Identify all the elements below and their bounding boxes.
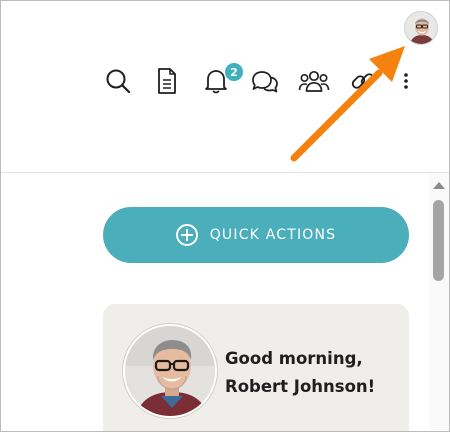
scrollbar-thumb[interactable] (433, 200, 444, 281)
header-divider (2, 172, 449, 173)
app-window: 2 QUICK ACTIONS Good morning, Robert Joh… (0, 0, 450, 432)
search-icon (106, 69, 131, 94)
kebab-menu-icon (404, 73, 408, 89)
more-options-button[interactable] (396, 65, 416, 97)
user-avatar-photo-icon (405, 12, 437, 44)
quick-actions-button[interactable]: QUICK ACTIONS (103, 207, 409, 263)
quick-actions-label: QUICK ACTIONS (209, 227, 337, 243)
search-button[interactable] (102, 65, 134, 97)
greeting-line-1: Good morning, (225, 349, 363, 368)
greeting-message: Good morning, Robert Johnson! (225, 345, 405, 401)
scroll-up-arrow-icon[interactable] (433, 182, 445, 189)
links-button[interactable] (347, 65, 379, 97)
people-button[interactable] (298, 65, 330, 97)
chat-bubbles-icon (252, 71, 278, 93)
profile-avatar-button[interactable] (404, 11, 438, 45)
plus-circle-icon (175, 224, 198, 246)
greeting-line-2: Robert Johnson! (225, 377, 376, 396)
documents-button[interactable] (151, 65, 183, 97)
notification-count-badge: 2 (224, 62, 244, 82)
link-icon (351, 73, 375, 89)
greeting-avatar (123, 324, 217, 418)
messages-button[interactable] (249, 65, 281, 97)
document-icon (158, 68, 176, 94)
group-icon (298, 70, 330, 92)
user-avatar-photo-icon (125, 326, 215, 416)
